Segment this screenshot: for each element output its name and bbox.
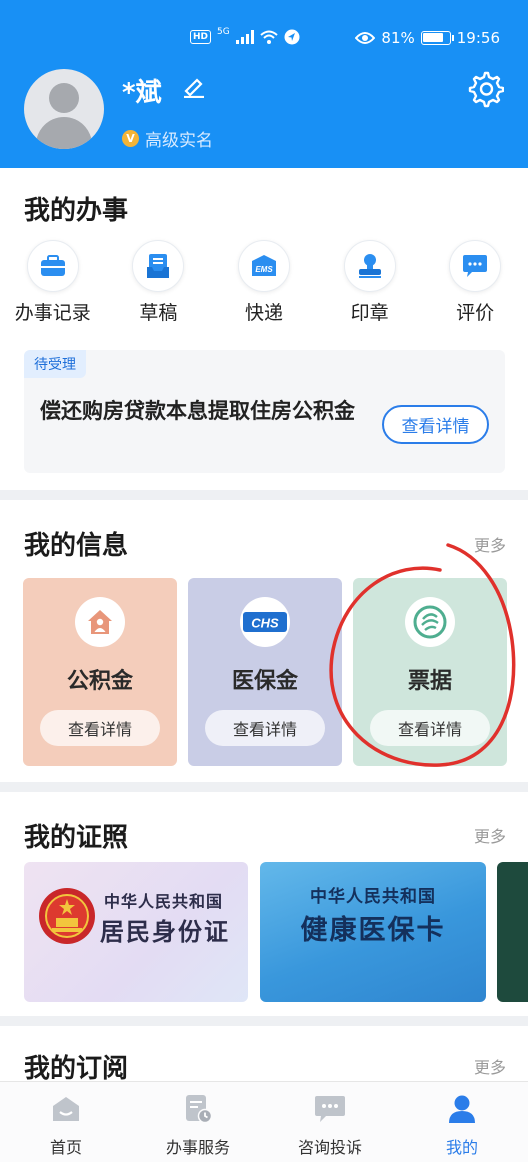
- info-tile-housing-fund[interactable]: 公积金 查看详情: [23, 578, 177, 766]
- nav-mine-label: 我的: [445, 1138, 478, 1157]
- insurance-card-country: 中华人民共和国: [310, 887, 436, 907]
- nav-home-label: 首页: [49, 1138, 82, 1157]
- info-tile-invoices[interactable]: 票据 查看详情: [353, 578, 507, 766]
- hd-badge: HD: [190, 30, 212, 44]
- pending-item-card[interactable]: 待受理 偿还购房贷款本息提取住房公积金 查看详情: [24, 350, 505, 473]
- nav-consult[interactable]: 咨询投诉: [264, 1082, 396, 1162]
- affair-seal-label: 印章: [350, 302, 389, 324]
- tile-view-details-button[interactable]: 查看详情: [205, 710, 325, 746]
- edit-icon[interactable]: [182, 76, 206, 98]
- affair-express-label: 快递: [244, 302, 283, 324]
- nav-home[interactable]: 首页: [0, 1082, 132, 1162]
- section-title-affairs: 我的办事: [24, 196, 129, 226]
- my-subscriptions-section: 我的订阅 更多: [0, 1026, 528, 1086]
- invoice-logo-icon: [405, 597, 455, 647]
- nav-consult-label: 咨询投诉: [297, 1138, 362, 1157]
- verification-label: 高级实名: [145, 131, 213, 151]
- house-person-icon: [75, 597, 125, 647]
- affair-records-label: 办事记录: [14, 302, 91, 324]
- certificate-card-partial[interactable]: [497, 862, 528, 1002]
- network-type: 5G: [217, 27, 230, 37]
- profile-header: HD 5G 81% 19:56 *斌 V 高级实名: [0, 0, 528, 168]
- nav-mine[interactable]: 我的: [396, 1082, 528, 1162]
- medical-insurance-card[interactable]: 中华人民共和国 健康医保卡: [260, 862, 486, 1002]
- svg-text:CHS: CHS: [251, 616, 279, 631]
- signal-icon: [235, 30, 254, 44]
- stamp-icon: [343, 240, 396, 292]
- battery-icon: [420, 31, 454, 45]
- status-bar: HD 5G 81% 19:56: [0, 27, 528, 52]
- avatar[interactable]: [24, 69, 104, 149]
- id-card-name: 居民身份证: [100, 917, 230, 946]
- tile-view-details-button[interactable]: 查看详情: [40, 710, 160, 746]
- tile-view-details-button[interactable]: 查看详情: [370, 710, 490, 746]
- affair-records[interactable]: 办事记录: [0, 240, 106, 325]
- service-icon: [182, 1094, 214, 1124]
- bottom-navigation: 首页 办事服务 咨询投诉 我的: [0, 1081, 528, 1162]
- briefcase-icon: [26, 240, 79, 292]
- section-title-info: 我的信息: [24, 531, 129, 561]
- id-card-country: 中华人民共和国: [104, 892, 224, 911]
- info-tile-medical-insurance[interactable]: CHS 医保金 查看详情: [188, 578, 342, 766]
- nav-services[interactable]: 办事服务: [132, 1082, 264, 1162]
- gear-icon[interactable]: [466, 70, 504, 108]
- tile-label: 公积金: [66, 669, 133, 694]
- status-left: HD 5G: [190, 27, 300, 45]
- username: *斌: [122, 78, 162, 108]
- eye-icon: [355, 32, 376, 44]
- certificates-more-link[interactable]: 更多: [474, 823, 506, 847]
- verified-badge-icon: V: [122, 130, 139, 147]
- nav-services-label: 办事服务: [165, 1138, 230, 1157]
- info-more-link[interactable]: 更多: [474, 532, 506, 556]
- home-icon: [50, 1094, 82, 1124]
- clock: 19:56: [456, 29, 500, 47]
- section-title-subscriptions: 我的订阅: [24, 1054, 129, 1084]
- affair-drafts-label: 草稿: [139, 302, 178, 324]
- affair-evaluate[interactable]: 评价: [422, 240, 528, 325]
- affair-evaluate-label: 评价: [456, 302, 495, 324]
- subscriptions-more-link[interactable]: 更多: [474, 1054, 506, 1078]
- section-title-certificates: 我的证照: [24, 823, 129, 853]
- affair-seal[interactable]: 印章: [317, 240, 423, 325]
- wifi-icon: [260, 30, 278, 44]
- national-emblem-icon: [39, 888, 95, 944]
- insurance-card-name: 健康医保卡: [300, 915, 446, 946]
- ems-icon: EMS: [237, 240, 290, 292]
- pending-status-tag: 待受理: [24, 350, 86, 378]
- tile-label: 医保金: [231, 669, 298, 694]
- comment-icon: [449, 240, 502, 292]
- location-icon: [284, 29, 300, 45]
- pending-item-title: 偿还购房贷款本息提取住房公积金: [40, 399, 355, 423]
- battery-percent: 81%: [381, 29, 415, 47]
- affair-drafts[interactable]: 草稿: [106, 240, 212, 325]
- status-right: 81% 19:56: [355, 29, 500, 47]
- person-icon: [446, 1094, 478, 1124]
- id-card[interactable]: 中华人民共和国 居民身份证: [24, 862, 248, 1002]
- tile-label: 票据: [407, 669, 452, 694]
- svg-text:EMS: EMS: [255, 265, 273, 274]
- view-details-button[interactable]: 查看详情: [382, 405, 489, 444]
- draft-icon: [132, 240, 185, 292]
- chat-icon: [314, 1094, 346, 1124]
- chs-logo-icon: CHS: [240, 597, 290, 647]
- verification-status: V 高级实名: [122, 126, 213, 151]
- affairs-shortcuts: 办事记录 草稿 EMS 快递 印章 评价: [0, 240, 528, 325]
- affair-express[interactable]: EMS 快递: [211, 240, 317, 325]
